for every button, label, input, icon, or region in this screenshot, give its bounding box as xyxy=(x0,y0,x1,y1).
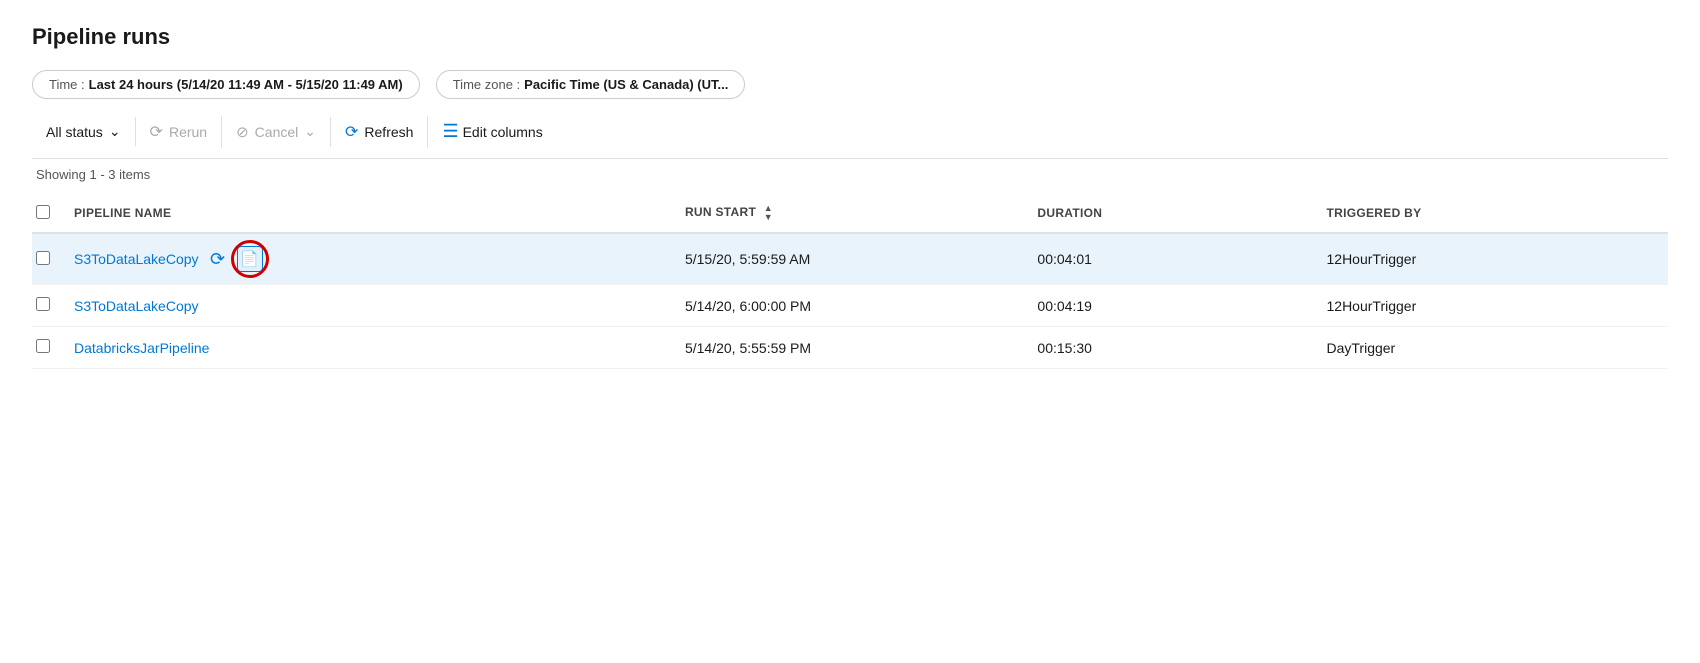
row-checkbox-cell xyxy=(32,285,62,327)
cancel-label: Cancel xyxy=(255,124,299,140)
time-filter-pill[interactable]: Time : Last 24 hours (5/14/20 11:49 AM -… xyxy=(32,70,420,99)
timezone-filter-value: Pacific Time (US & Canada) (UT... xyxy=(524,77,728,92)
row-rerun-icon[interactable]: ⟳ xyxy=(205,246,231,272)
header-duration: DURATION xyxy=(1025,196,1314,233)
refresh-label: Refresh xyxy=(364,124,413,140)
run-start-cell: 5/14/20, 6:00:00 PM xyxy=(673,285,1025,327)
duration-cell: 00:15:30 xyxy=(1025,327,1314,369)
cancel-button[interactable]: ⊘ Cancel ⌄ xyxy=(222,117,331,147)
page-title: Pipeline runs xyxy=(32,24,1668,50)
triggered-by-cell: DayTrigger xyxy=(1315,327,1669,369)
pipeline-name-link[interactable]: S3ToDataLakeCopy xyxy=(74,251,199,267)
run-start-cell: 5/14/20, 5:55:59 PM xyxy=(673,327,1025,369)
time-filter-value: Last 24 hours (5/14/20 11:49 AM - 5/15/2… xyxy=(89,77,403,92)
row-log-icon-wrapper: 📄 xyxy=(237,246,263,272)
row-log-icon[interactable]: 📄 xyxy=(237,246,263,272)
table-row: S3ToDataLakeCopy 5/14/20, 6:00:00 PM00:04… xyxy=(32,285,1668,327)
pipeline-name-link[interactable]: S3ToDataLakeCopy xyxy=(74,298,199,314)
cancel-icon: ⊘ xyxy=(236,123,249,141)
row-checkbox[interactable] xyxy=(36,339,50,353)
rerun-label: Rerun xyxy=(169,124,207,140)
header-pipeline-name: PIPELINE NAME xyxy=(62,196,673,233)
edit-columns-button[interactable]: ☰ Edit columns xyxy=(428,115,556,148)
triggered-by-cell: 12HourTrigger xyxy=(1315,285,1669,327)
duration-cell: 00:04:19 xyxy=(1025,285,1314,327)
edit-columns-icon: ☰ xyxy=(442,121,456,142)
filter-bar: Time : Last 24 hours (5/14/20 11:49 AM -… xyxy=(32,70,1668,99)
page-container: Pipeline runs Time : Last 24 hours (5/14… xyxy=(0,0,1700,663)
edit-columns-label: Edit columns xyxy=(463,124,543,140)
pipeline-name-link[interactable]: DatabricksJarPipeline xyxy=(74,340,209,356)
chevron-down-icon: ⌄ xyxy=(109,123,121,140)
sort-icon: ▲▼ xyxy=(764,204,773,222)
header-checkbox-col xyxy=(32,196,62,233)
pipeline-name-cell: S3ToDataLakeCopy ⟳📄 xyxy=(62,233,673,285)
timezone-filter-pill[interactable]: Time zone : Pacific Time (US & Canada) (… xyxy=(436,70,746,99)
showing-label: Showing 1 - 3 items xyxy=(32,167,1668,182)
pipeline-name-cell: DatabricksJarPipeline xyxy=(62,327,673,369)
row-checkbox-cell xyxy=(32,327,62,369)
rerun-button[interactable]: ⟳ Rerun xyxy=(136,116,223,148)
refresh-icon: ⟳ xyxy=(345,122,358,142)
header-triggered-by: TRIGGERED BY xyxy=(1315,196,1669,233)
duration-cell: 00:04:01 xyxy=(1025,233,1314,285)
cancel-chevron-icon: ⌄ xyxy=(304,123,316,140)
table-header-row: PIPELINE NAME RUN START ▲▼ DURATION TRIG… xyxy=(32,196,1668,233)
pipeline-name-cell: S3ToDataLakeCopy xyxy=(62,285,673,327)
row-checkbox-cell xyxy=(32,233,62,285)
row-checkbox[interactable] xyxy=(36,297,50,311)
row-checkbox[interactable] xyxy=(36,251,50,265)
table-row: DatabricksJarPipeline 5/14/20, 5:55:59 PM… xyxy=(32,327,1668,369)
run-start-cell: 5/15/20, 5:59:59 AM xyxy=(673,233,1025,285)
header-run-start[interactable]: RUN START ▲▼ xyxy=(673,196,1025,233)
all-status-label: All status xyxy=(46,124,103,140)
table-row: S3ToDataLakeCopy ⟳📄 5/15/20, 5:59:59 AM00:… xyxy=(32,233,1668,285)
time-filter-label: Time : xyxy=(49,77,85,92)
all-status-button[interactable]: All status ⌄ xyxy=(32,117,136,146)
refresh-button[interactable]: ⟳ Refresh xyxy=(331,116,428,148)
timezone-filter-label: Time zone : xyxy=(453,77,520,92)
select-all-checkbox[interactable] xyxy=(36,205,50,219)
triggered-by-cell: 12HourTrigger xyxy=(1315,233,1669,285)
toolbar: All status ⌄ ⟳ Rerun ⊘ Cancel ⌄ ⟳ Refres… xyxy=(32,115,1668,159)
rerun-icon: ⟳ xyxy=(150,122,163,142)
pipeline-runs-table: PIPELINE NAME RUN START ▲▼ DURATION TRIG… xyxy=(32,196,1668,369)
